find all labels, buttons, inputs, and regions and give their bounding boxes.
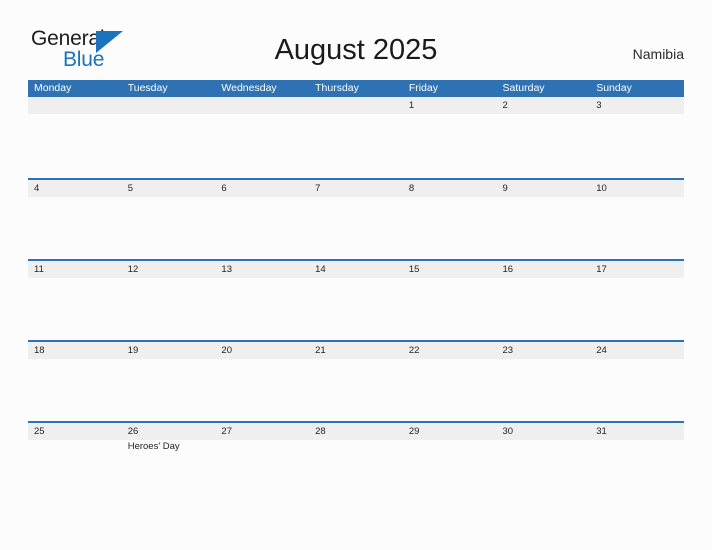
day-cell[interactable] bbox=[28, 197, 122, 259]
day-number[interactable]: 30 bbox=[497, 423, 591, 440]
day-number[interactable]: 28 bbox=[309, 423, 403, 440]
day-cell[interactable] bbox=[403, 359, 497, 421]
day-cell[interactable] bbox=[28, 114, 122, 176]
dow-monday: Monday bbox=[34, 82, 72, 94]
week-event-area: Heroes' Day bbox=[28, 440, 684, 502]
week-date-band: 25 26 27 28 29 30 31 bbox=[28, 423, 684, 440]
day-cell[interactable] bbox=[403, 278, 497, 340]
day-number[interactable]: 4 bbox=[28, 180, 122, 197]
day-cell[interactable] bbox=[309, 440, 403, 502]
day-cell[interactable] bbox=[309, 359, 403, 421]
day-number[interactable]: 5 bbox=[122, 180, 216, 197]
day-number[interactable]: 16 bbox=[497, 261, 591, 278]
day-number[interactable]: 26 bbox=[122, 423, 216, 440]
day-cell[interactable] bbox=[28, 440, 122, 502]
day-cell[interactable] bbox=[497, 359, 591, 421]
day-number[interactable] bbox=[28, 97, 122, 114]
day-number[interactable]: 1 bbox=[403, 97, 497, 114]
day-number[interactable]: 14 bbox=[309, 261, 403, 278]
day-number[interactable]: 27 bbox=[215, 423, 309, 440]
week-date-band: 18 19 20 21 22 23 24 bbox=[28, 342, 684, 359]
day-number[interactable]: 13 bbox=[215, 261, 309, 278]
page-title: August 2025 bbox=[274, 34, 438, 66]
dow-sunday: Sunday bbox=[596, 82, 632, 94]
week-event-area bbox=[28, 278, 684, 340]
day-number[interactable]: 11 bbox=[28, 261, 122, 278]
day-cell[interactable] bbox=[497, 440, 591, 502]
day-cell[interactable] bbox=[122, 114, 216, 176]
day-number[interactable]: 12 bbox=[122, 261, 216, 278]
day-cell[interactable] bbox=[403, 114, 497, 176]
day-number[interactable]: 15 bbox=[403, 261, 497, 278]
week-date-band: 11 12 13 14 15 16 17 bbox=[28, 261, 684, 278]
day-number[interactable] bbox=[122, 97, 216, 114]
day-cell[interactable] bbox=[28, 278, 122, 340]
day-number[interactable] bbox=[215, 97, 309, 114]
day-number[interactable]: 20 bbox=[215, 342, 309, 359]
day-number[interactable]: 18 bbox=[28, 342, 122, 359]
day-number[interactable]: 9 bbox=[497, 180, 591, 197]
week-row: 1 2 3 bbox=[28, 97, 684, 178]
day-cell[interactable] bbox=[215, 114, 309, 176]
day-cell[interactable] bbox=[122, 278, 216, 340]
day-number[interactable]: 17 bbox=[590, 261, 684, 278]
day-number[interactable]: 3 bbox=[590, 97, 684, 114]
calendar-grid: Monday Tuesday Wednesday Thursday Friday… bbox=[28, 80, 684, 502]
day-cell[interactable] bbox=[497, 197, 591, 259]
day-number[interactable]: 29 bbox=[403, 423, 497, 440]
day-of-week-header: Monday Tuesday Wednesday Thursday Friday… bbox=[28, 80, 684, 97]
dow-wednesday: Wednesday bbox=[221, 82, 277, 94]
day-cell[interactable] bbox=[590, 278, 684, 340]
dow-saturday: Saturday bbox=[502, 82, 545, 94]
day-cell[interactable] bbox=[497, 114, 591, 176]
country-label: Namibia bbox=[632, 46, 684, 62]
week-row: 11 12 13 14 15 16 17 bbox=[28, 259, 684, 340]
day-number[interactable]: 8 bbox=[403, 180, 497, 197]
day-cell[interactable] bbox=[403, 440, 497, 502]
day-number[interactable]: 31 bbox=[590, 423, 684, 440]
day-cell[interactable] bbox=[590, 197, 684, 259]
page-header: General Blue August 2025 Namibia bbox=[0, 0, 712, 80]
day-cell[interactable] bbox=[215, 359, 309, 421]
day-cell[interactable] bbox=[122, 197, 216, 259]
day-cell[interactable] bbox=[590, 114, 684, 176]
day-cell[interactable] bbox=[28, 359, 122, 421]
holiday-event: Heroes' Day bbox=[127, 441, 180, 452]
day-cell[interactable] bbox=[403, 197, 497, 259]
day-cell[interactable] bbox=[590, 440, 684, 502]
day-number[interactable]: 7 bbox=[309, 180, 403, 197]
week-row: 18 19 20 21 22 23 24 bbox=[28, 340, 684, 421]
day-cell[interactable] bbox=[309, 197, 403, 259]
day-cell[interactable] bbox=[497, 278, 591, 340]
dow-tuesday: Tuesday bbox=[127, 82, 168, 94]
day-cell[interactable] bbox=[215, 440, 309, 502]
day-cell[interactable] bbox=[215, 197, 309, 259]
day-number[interactable]: 19 bbox=[122, 342, 216, 359]
week-event-area bbox=[28, 359, 684, 421]
week-row: 4 5 6 7 8 9 10 bbox=[28, 178, 684, 259]
dow-thursday: Thursday bbox=[315, 82, 359, 94]
week-date-band: 4 5 6 7 8 9 10 bbox=[28, 180, 684, 197]
day-cell[interactable] bbox=[309, 114, 403, 176]
day-number[interactable]: 22 bbox=[403, 342, 497, 359]
day-number[interactable]: 2 bbox=[497, 97, 591, 114]
day-number[interactable]: 23 bbox=[497, 342, 591, 359]
day-number[interactable]: 10 bbox=[590, 180, 684, 197]
week-date-band: 1 2 3 bbox=[28, 97, 684, 114]
day-number[interactable] bbox=[309, 97, 403, 114]
week-event-area bbox=[28, 197, 684, 259]
day-cell[interactable]: Heroes' Day bbox=[122, 440, 216, 502]
dow-friday: Friday bbox=[408, 82, 438, 94]
day-number[interactable]: 21 bbox=[309, 342, 403, 359]
day-number[interactable]: 6 bbox=[215, 180, 309, 197]
day-cell[interactable] bbox=[215, 278, 309, 340]
day-cell[interactable] bbox=[309, 278, 403, 340]
week-row: 25 26 27 28 29 30 31 Heroes' Day bbox=[28, 421, 684, 502]
day-number[interactable]: 25 bbox=[28, 423, 122, 440]
day-number[interactable]: 24 bbox=[590, 342, 684, 359]
week-event-area bbox=[28, 114, 684, 176]
day-cell[interactable] bbox=[122, 359, 216, 421]
day-cell[interactable] bbox=[590, 359, 684, 421]
